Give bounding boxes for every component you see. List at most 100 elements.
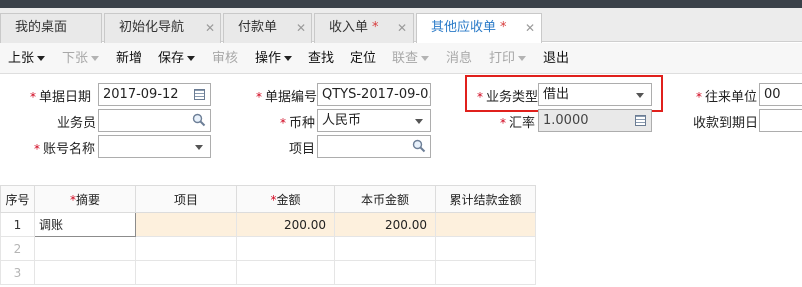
tab-label: 初始化导航 bbox=[119, 20, 185, 35]
cell-settled-amount[interactable] bbox=[435, 212, 536, 237]
toolbar-message-button[interactable]: 消息 bbox=[446, 43, 472, 74]
close-icon[interactable]: ✕ bbox=[205, 14, 215, 42]
cell-settled-amount[interactable] bbox=[435, 236, 536, 261]
toolbar-save-button[interactable]: 保存 bbox=[158, 43, 196, 74]
calculator-icon[interactable] bbox=[635, 115, 646, 126]
field-value: 00 bbox=[764, 87, 781, 102]
close-icon[interactable]: ✕ bbox=[296, 14, 306, 42]
partner-field[interactable]: 00 bbox=[759, 83, 802, 106]
chevron-down-icon bbox=[284, 56, 293, 61]
row-number: 1 bbox=[0, 212, 35, 237]
tab-income[interactable]: 收入单 * ✕ bbox=[314, 13, 414, 43]
project-label: 项目 bbox=[289, 138, 315, 157]
calendar-icon[interactable] bbox=[194, 89, 205, 100]
header-text: 序号 bbox=[5, 192, 30, 207]
tab-init-navigation[interactable]: 初始化导航 ✕ bbox=[104, 13, 221, 43]
label-text: 往来单位 bbox=[705, 90, 758, 105]
cell-project[interactable] bbox=[135, 236, 237, 261]
button-label: 新增 bbox=[116, 51, 143, 66]
chevron-down-icon bbox=[421, 56, 430, 61]
button-label: 审核 bbox=[212, 51, 239, 66]
due-date-field[interactable] bbox=[759, 109, 802, 132]
doc-number-field[interactable]: QTYS-2017-09-0... bbox=[317, 83, 431, 106]
detail-grid: 序号 *摘要 项目 *金额 本币金额 累计结款金额 1 调账 200.00 20… bbox=[0, 185, 536, 285]
field-value: 1.0000 bbox=[543, 113, 589, 128]
required-star-icon: * bbox=[280, 116, 286, 130]
field-value: 人民币 bbox=[322, 113, 362, 128]
cell-project[interactable] bbox=[135, 260, 237, 285]
tab-my-desktop[interactable]: 我的桌面 bbox=[0, 13, 102, 43]
row-number: 2 bbox=[0, 236, 35, 261]
cell-local-amount[interactable] bbox=[334, 236, 436, 261]
column-header-summary[interactable]: *摘要 bbox=[34, 185, 136, 213]
project-field[interactable] bbox=[317, 135, 431, 158]
table-row[interactable]: 2 bbox=[0, 236, 536, 261]
toolbar-exit-button[interactable]: 退出 bbox=[543, 43, 569, 74]
column-header-amount[interactable]: *金额 bbox=[236, 185, 335, 213]
column-header-settled-amount[interactable]: 累计结款金额 bbox=[435, 185, 536, 213]
toolbar-operation-button[interactable]: 操作 bbox=[255, 43, 293, 74]
toolbar-find-button[interactable]: 查找 bbox=[308, 43, 334, 74]
window-top-strip bbox=[0, 0, 802, 8]
toolbar-next-button[interactable]: 下张 bbox=[62, 43, 100, 74]
toolbar-new-button[interactable]: 新增 bbox=[116, 43, 142, 74]
label-text: 单据日期 bbox=[39, 90, 92, 105]
cell-summary[interactable]: 调账 bbox=[34, 212, 136, 237]
currency-select[interactable]: 人民币 bbox=[317, 109, 431, 132]
tab-bar: 我的桌面 初始化导航 ✕ 付款单 ✕ 收入单 * ✕ 其他应收单 * ✕ bbox=[0, 8, 802, 44]
table-row[interactable]: 1 调账 200.00 200.00 bbox=[0, 212, 536, 237]
search-icon[interactable] bbox=[192, 113, 206, 127]
field-value: QTYS-2017-09-0... bbox=[322, 87, 431, 102]
close-icon[interactable]: ✕ bbox=[525, 14, 535, 42]
button-label: 定位 bbox=[350, 51, 377, 66]
cell-amount[interactable] bbox=[236, 260, 335, 285]
exchange-rate-field[interactable]: 1.0000 bbox=[538, 109, 652, 132]
account-name-select[interactable] bbox=[98, 135, 211, 158]
search-icon[interactable] bbox=[412, 139, 426, 153]
cell-amount[interactable] bbox=[236, 236, 335, 261]
exchange-rate-label: * 汇率 bbox=[500, 112, 535, 131]
field-value: 2017-09-12 bbox=[103, 87, 179, 102]
chevron-down-icon bbox=[518, 56, 527, 61]
label-text: 项目 bbox=[289, 142, 316, 157]
cell-summary[interactable] bbox=[34, 236, 136, 261]
cell-amount[interactable]: 200.00 bbox=[236, 212, 335, 237]
required-star-icon: * bbox=[696, 90, 702, 104]
required-star-icon: * bbox=[256, 90, 262, 104]
due-date-label: 收款到期日 bbox=[693, 112, 758, 131]
column-header-local-amount[interactable]: 本币金额 bbox=[334, 185, 436, 213]
label-text: 收款到期日 bbox=[693, 116, 759, 131]
doc-date-field[interactable]: 2017-09-12 bbox=[98, 83, 211, 106]
chevron-down-icon bbox=[37, 56, 46, 61]
column-header-no[interactable]: 序号 bbox=[0, 185, 35, 213]
toolbar-prev-button[interactable]: 上张 bbox=[8, 43, 46, 74]
tab-payment[interactable]: 付款单 ✕ bbox=[223, 13, 312, 43]
tab-label: 其他应收单 bbox=[431, 20, 497, 35]
label-text: 汇率 bbox=[509, 116, 536, 131]
cell-project[interactable] bbox=[135, 212, 237, 237]
toolbar-print-button[interactable]: 打印 bbox=[489, 43, 527, 74]
cell-settled-amount[interactable] bbox=[435, 260, 536, 285]
chevron-down-icon bbox=[415, 119, 423, 124]
cell-local-amount[interactable]: 200.00 bbox=[334, 212, 436, 237]
column-header-project[interactable]: 项目 bbox=[135, 185, 237, 213]
tab-other-receivable[interactable]: 其他应收单 * ✕ bbox=[416, 13, 542, 44]
row-number: 3 bbox=[0, 260, 35, 285]
toolbar-locate-button[interactable]: 定位 bbox=[350, 43, 376, 74]
required-star-icon: * bbox=[500, 116, 506, 130]
button-label: 退出 bbox=[543, 51, 570, 66]
button-label: 查找 bbox=[308, 51, 335, 66]
highlight-box bbox=[465, 75, 663, 112]
chevron-down-icon bbox=[195, 145, 203, 150]
cell-local-amount[interactable] bbox=[334, 260, 436, 285]
header-text: 项目 bbox=[173, 192, 198, 207]
salesperson-field[interactable] bbox=[98, 109, 211, 132]
toolbar-linked-query-button[interactable]: 联查 bbox=[392, 43, 430, 74]
tab-label: 收入单 bbox=[329, 20, 369, 35]
table-row[interactable]: 3 bbox=[0, 260, 536, 285]
toolbar-audit-button[interactable]: 审核 bbox=[212, 43, 238, 74]
toolbar: 上张 下张 新增 保存 审核 操作 查找 定位 联查 消息 打印 退出 bbox=[0, 43, 802, 74]
close-icon[interactable]: ✕ bbox=[397, 14, 407, 42]
cell-summary[interactable] bbox=[34, 260, 136, 285]
grid-header-row: 序号 *摘要 项目 *金额 本币金额 累计结款金额 bbox=[0, 185, 536, 213]
